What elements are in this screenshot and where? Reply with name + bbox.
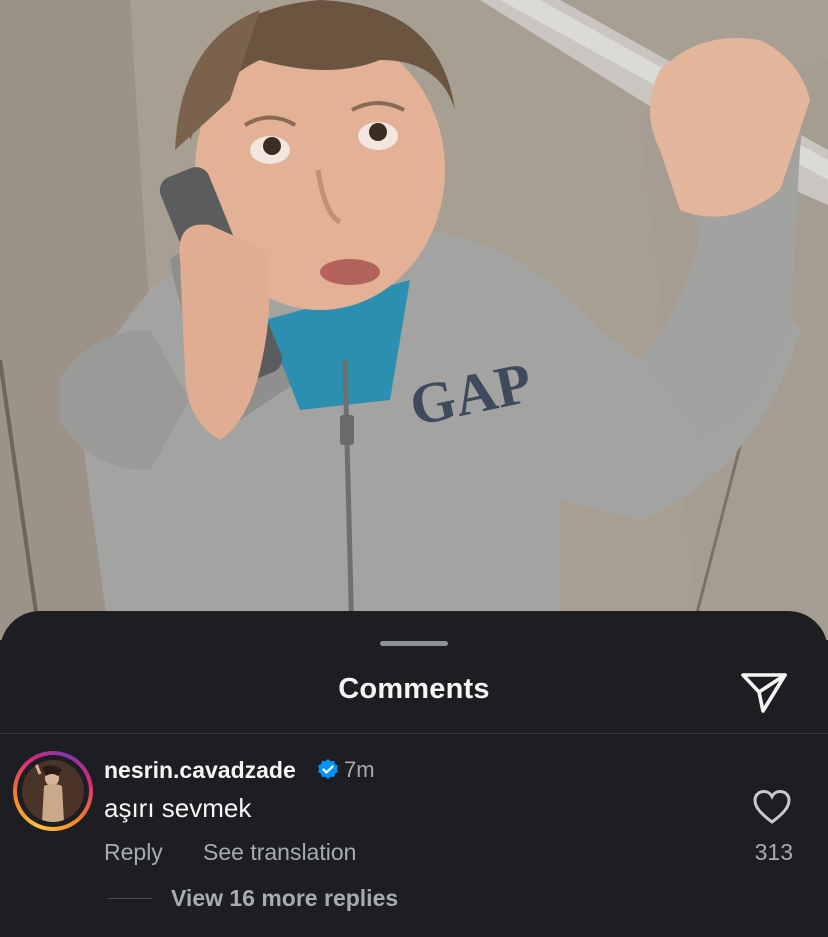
sheet-grabber[interactable] [380,641,448,646]
view-more-replies-button[interactable]: View 16 more replies [171,885,398,912]
comment-text: aşırı sevmek [104,793,252,823]
replies-divider-line [108,898,152,899]
see-translation-button[interactable]: See translation [203,839,356,866]
verified-badge-icon [316,758,340,782]
sheet-title: Comments [338,673,490,705]
avatar[interactable] [13,751,93,831]
post-photo: GAP [0,0,828,640]
comments-sheet: Comments nesrin.cavadzade 7m aşırı sevme… [0,611,828,937]
header-divider [0,733,828,734]
send-icon[interactable] [738,665,790,717]
comment-time: 7m [344,757,375,782]
reply-button[interactable]: Reply [104,839,163,866]
comment-username[interactable]: nesrin.cavadzade [104,757,296,784]
like-count[interactable]: 313 [720,839,793,866]
avatar-image [22,760,84,822]
heart-icon[interactable] [752,789,792,825]
